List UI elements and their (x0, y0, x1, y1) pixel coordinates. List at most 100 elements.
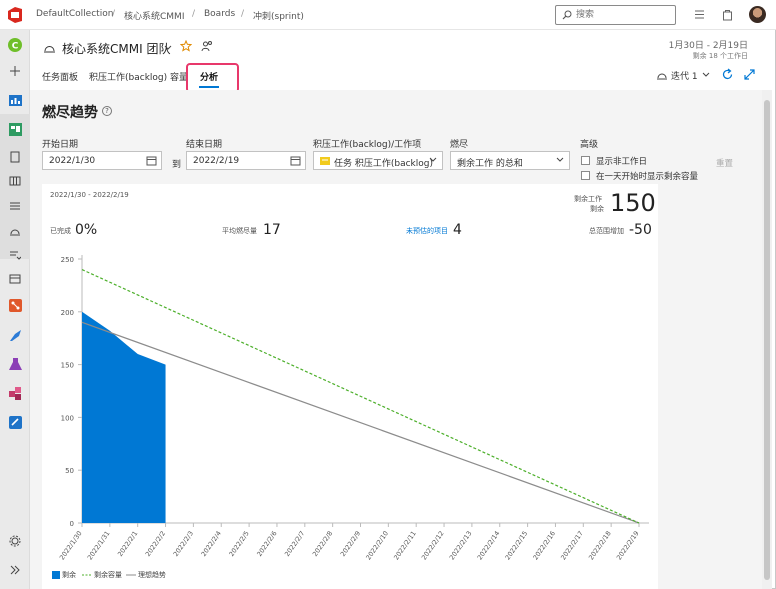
iteration-picker[interactable]: 迭代 1 (671, 69, 698, 82)
x-tick-label: 2022/2/19 (615, 530, 641, 562)
link-extension-icon[interactable] (6, 413, 24, 431)
start-date-label: 开始日期 (42, 140, 79, 150)
date-to-label: 到 (172, 160, 182, 170)
end-date-field[interactable]: 2022/2/19 (186, 151, 306, 170)
x-tick-label: 2022/2/11 (392, 530, 418, 562)
azure-devops-logo-icon[interactable] (6, 6, 24, 24)
legend-capacity: 剩余容量 (94, 571, 122, 579)
x-tick-label: 2022/1/31 (86, 530, 112, 562)
iteration-icon (657, 73, 667, 80)
work-items-icon[interactable] (6, 148, 24, 166)
end-date-value: 2022/2/19 (193, 156, 240, 166)
x-tick-label: 2022/2/13 (448, 530, 474, 562)
legend-ideal: 理想趋势 (138, 571, 166, 579)
search-input[interactable] (574, 8, 669, 22)
chevron-down-icon[interactable] (702, 72, 710, 78)
team-members-icon[interactable] (201, 40, 213, 52)
breadcrumb-project[interactable]: 核心系统CMMI (124, 9, 184, 22)
breadcrumb-boards[interactable]: Boards (204, 9, 235, 19)
calendar-icon[interactable] (146, 155, 157, 166)
queries-icon[interactable] (6, 246, 24, 264)
project-settings-icon[interactable] (6, 532, 24, 550)
advanced-label: 高级 (580, 140, 599, 150)
y-tick-label: 200 (61, 309, 74, 317)
favorite-star-icon[interactable] (180, 40, 192, 52)
legend-capacity-swatch (82, 574, 92, 576)
end-date-label: 结束日期 (186, 140, 223, 150)
x-tick-label: 2022/2/1 (116, 530, 139, 559)
chevron-down-icon (556, 157, 564, 162)
breadcrumb-separator-icon: / (241, 9, 245, 19)
y-tick-label: 100 (61, 414, 74, 422)
search-icon (562, 10, 572, 20)
add-icon[interactable] (6, 62, 24, 80)
x-tick-label: 2022/2/6 (255, 530, 278, 559)
backlog-icon[interactable] (6, 197, 24, 215)
start-date-field[interactable]: 2022/1/30 (42, 151, 162, 170)
svg-text:C: C (12, 42, 19, 52)
show-remaining-capacity-checkbox[interactable] (581, 171, 590, 180)
scope-label: 总范围增加 (589, 227, 624, 235)
refresh-icon[interactable] (721, 68, 734, 81)
project-icon[interactable]: C (6, 36, 24, 54)
list-settings-icon[interactable] (693, 8, 706, 21)
x-tick-label: 2022/2/15 (504, 530, 530, 562)
search-box[interactable] (555, 5, 676, 25)
expand-rail-icon[interactable] (6, 561, 24, 579)
burndown-value: 剩余工作 的总和 (457, 159, 523, 169)
test-plans-icon[interactable] (6, 355, 24, 373)
help-icon[interactable]: ? (102, 106, 112, 116)
delivery-plans-icon[interactable] (6, 270, 24, 288)
scope-value: -50 (629, 222, 652, 238)
fullscreen-icon[interactable] (743, 68, 756, 81)
repos-icon[interactable] (6, 296, 24, 314)
calendar-icon[interactable] (290, 155, 301, 166)
completed-label: 已完成 (50, 227, 71, 235)
show-non-working-checkbox[interactable] (581, 156, 590, 165)
x-tick-label: 2022/1/30 (58, 530, 84, 562)
tab-backlog[interactable]: 积压工作(backlog) (89, 70, 167, 83)
chevron-down-icon (429, 157, 437, 162)
breadcrumb-sprint[interactable]: 冲刺(sprint) (253, 9, 304, 22)
x-tick-label: 2022/2/18 (587, 530, 613, 562)
scrollbar-thumb[interactable] (764, 100, 770, 580)
legend-remaining-swatch (52, 571, 60, 579)
tab-taskboard[interactable]: 任务面板 (42, 70, 78, 83)
x-tick-label: 2022/2/4 (200, 530, 223, 559)
avg-burn-label: 平均燃尽量 (222, 227, 257, 235)
y-tick-label: 150 (61, 362, 74, 370)
breadcrumb-collection[interactable]: DefaultCollection (36, 9, 113, 19)
backlog-dropdown[interactable]: 任务 积压工作(backlog) (313, 151, 443, 170)
team-title[interactable]: 核心系统CMMI 团队 (62, 40, 170, 57)
y-tick-label: 50 (65, 467, 74, 475)
legend-ideal-swatch (126, 574, 136, 576)
burndown-dropdown[interactable]: 剩余工作 的总和 (450, 151, 570, 170)
remaining-area (82, 311, 166, 523)
reset-button[interactable]: 重置 (716, 157, 733, 169)
x-tick-label: 2022/2/3 (172, 530, 195, 559)
y-tick-label: 0 (70, 520, 74, 528)
sprints-icon[interactable] (6, 222, 24, 240)
show-non-working-label: 显示非工作日 (596, 157, 648, 167)
unestimated-value: 4 (453, 222, 462, 238)
board-columns-icon[interactable] (6, 172, 24, 190)
x-tick-label: 2022/2/2 (144, 530, 167, 559)
section-title: 燃尽趋势 (42, 105, 98, 121)
y-tick-label: 250 (61, 256, 74, 264)
x-tick-label: 2022/2/8 (311, 530, 334, 559)
user-avatar[interactable] (749, 6, 766, 23)
shopping-bag-icon[interactable] (721, 8, 734, 21)
boards-icon[interactable] (6, 120, 24, 138)
completed-value: 0% (75, 222, 98, 238)
artifacts-icon[interactable] (6, 384, 24, 402)
avg-burn-value: 17 (263, 222, 281, 238)
chevron-down-icon[interactable] (164, 45, 172, 51)
unestimated-label[interactable]: 未预估的项目 (406, 226, 448, 236)
x-tick-label: 2022/2/16 (531, 530, 557, 562)
x-tick-label: 2022/2/9 (339, 530, 362, 559)
x-tick-label: 2022/2/10 (364, 530, 390, 562)
burndown-label: 燃尽 (450, 140, 469, 150)
pipelines-icon[interactable] (6, 326, 24, 344)
overview-icon[interactable] (6, 91, 24, 109)
start-date-value: 2022/1/30 (49, 156, 96, 166)
